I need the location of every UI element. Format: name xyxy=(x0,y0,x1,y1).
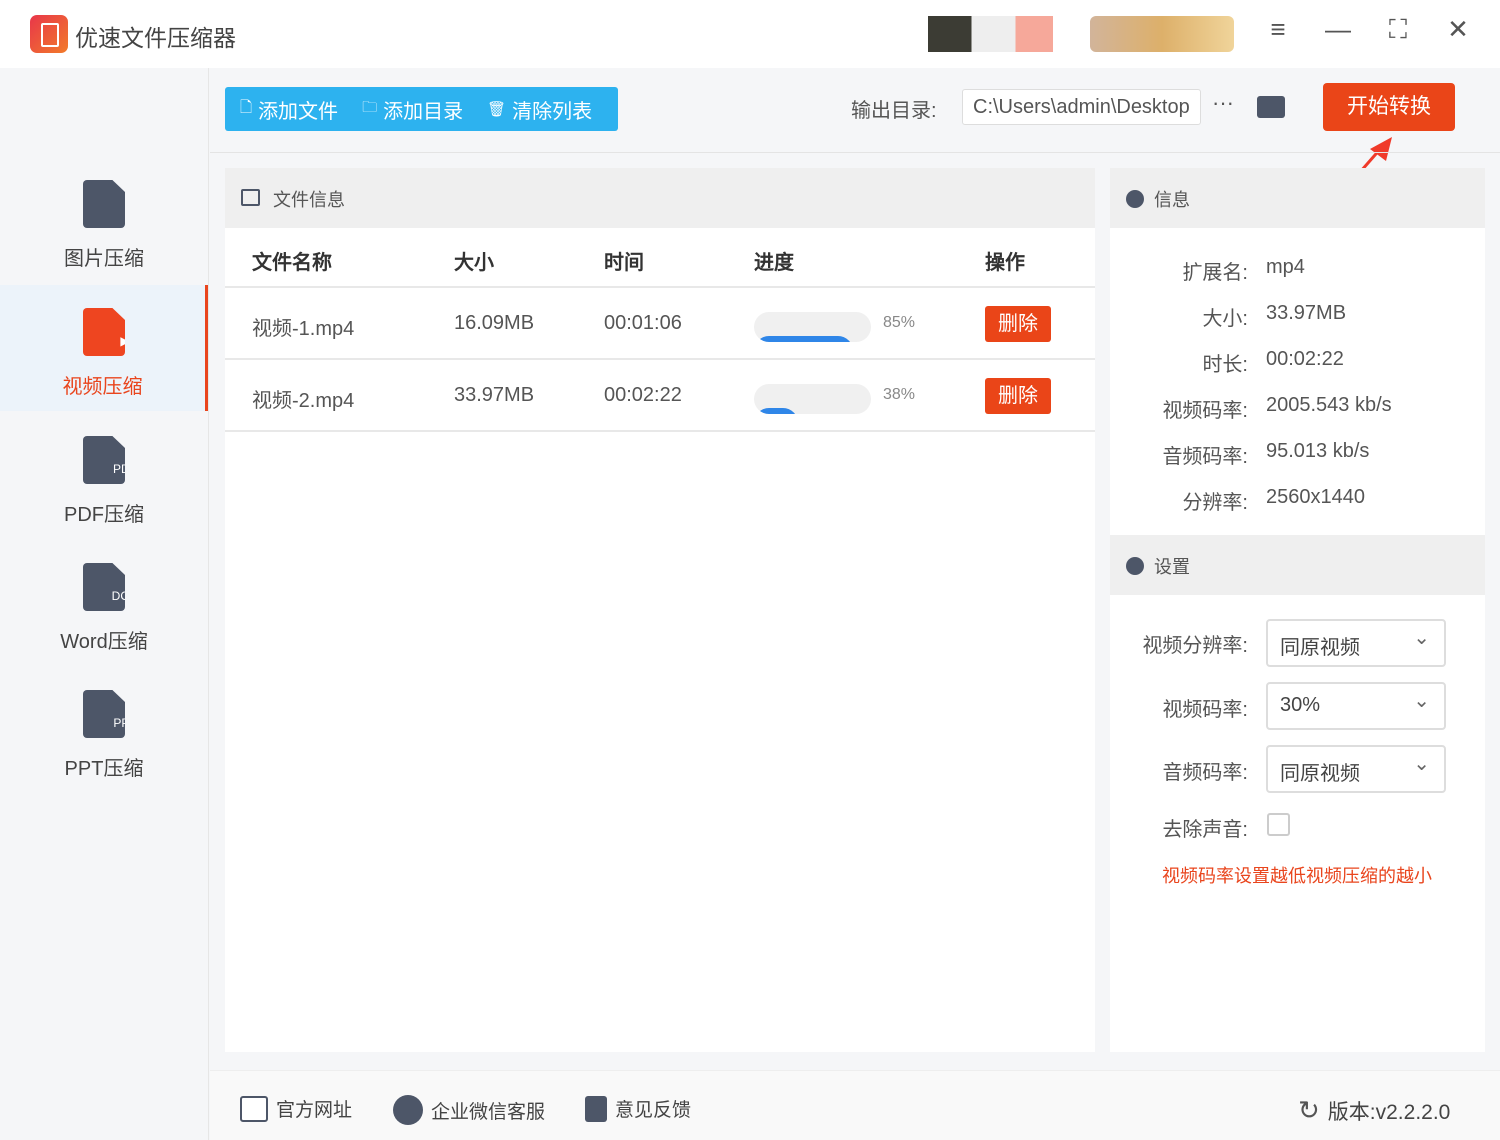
ppt-file-icon: PPT xyxy=(83,690,125,738)
more-options-button[interactable]: ··· xyxy=(1212,90,1234,116)
folder-icon: 🗀 xyxy=(362,97,377,122)
refresh-icon: ↻ xyxy=(1298,1095,1320,1126)
fullscreen-icon[interactable]: ⛶ xyxy=(1378,14,1418,46)
version-info[interactable]: ↻版本:v2.2.2.0 xyxy=(1298,1095,1450,1126)
footer: 官方网址 企业微信客服 意见反馈 ↻版本:v2.2.2.0 xyxy=(210,1070,1500,1140)
app-title: 优速文件压缩器 xyxy=(75,19,236,53)
progress-bar xyxy=(754,312,871,342)
open-folder-icon[interactable] xyxy=(1257,96,1285,118)
table-header: 文件名称大小时间进度操作 xyxy=(225,228,1095,288)
menu-icon[interactable]: ≡ xyxy=(1258,14,1298,45)
file-icon: 🗋 xyxy=(240,97,252,122)
pdf-file-icon: PDF xyxy=(83,436,125,484)
table-row[interactable]: 视频-2.mp433.97MB00:02:22 38% 删除 xyxy=(225,360,1095,432)
sidebar-item-word[interactable]: DOCWord压缩 xyxy=(0,563,208,689)
progress-fill xyxy=(754,408,798,414)
table-row[interactable]: 视频-1.mp416.09MB00:01:06 85% 删除 xyxy=(225,288,1095,360)
sidebar-item-video[interactable]: ▶视频压缩 xyxy=(0,285,208,411)
feedback-icon xyxy=(585,1096,607,1122)
wechat-support-link[interactable]: 企业微信客服 xyxy=(393,1095,545,1125)
file-list-panel: 文件信息 文件名称大小时间进度操作 视频-1.mp416.09MB00:01:0… xyxy=(225,168,1095,1052)
divider xyxy=(210,152,1500,153)
video-file-icon: ▶ xyxy=(83,308,125,356)
feedback-link[interactable]: 意见反馈 xyxy=(585,1095,691,1122)
wechat-icon xyxy=(393,1095,423,1125)
user-name-blurred xyxy=(1090,16,1234,52)
info-panel: 信息 扩展名:mp4 大小:33.97MB 时长:00:02:22 视频码率:2… xyxy=(1110,168,1485,1052)
website-link[interactable]: 官方网址 xyxy=(240,1095,352,1122)
output-dir-input[interactable]: C:\Users\admin\Desktop xyxy=(962,89,1201,125)
add-file-button[interactable]: 🗋添加文件 xyxy=(240,95,338,124)
output-dir-label: 输出目录: xyxy=(851,94,937,123)
gear-icon xyxy=(1126,557,1144,575)
file-panel-header: 文件信息 xyxy=(225,168,1095,228)
image-icon xyxy=(241,189,260,206)
resolution-select[interactable]: 同原视频 xyxy=(1266,619,1446,667)
close-icon[interactable]: ✕ xyxy=(1438,14,1478,45)
minimize-icon[interactable]: — xyxy=(1318,14,1358,45)
file-toolbar: 🗋添加文件 🗀添加目录 🗑清除列表 xyxy=(225,87,618,131)
app-logo-icon xyxy=(30,15,68,53)
website-icon xyxy=(240,1096,268,1122)
settings-header: 设置 xyxy=(1110,535,1485,595)
info-header: 信息 xyxy=(1110,168,1485,228)
add-directory-button[interactable]: 🗀添加目录 xyxy=(362,95,463,124)
start-convert-button[interactable]: 开始转换 xyxy=(1323,83,1455,131)
gear-icon xyxy=(1126,190,1144,208)
trash-icon: 🗑 xyxy=(487,100,506,118)
mute-checkbox[interactable] xyxy=(1267,813,1290,836)
doc-file-icon: DOC xyxy=(83,563,125,611)
sidebar: 图片压缩 ▶视频压缩 PDFPDF压缩 DOCWord压缩 PPTPPT压缩 xyxy=(0,68,209,1140)
settings-hint: 视频码率设置越低视频压缩的越小 xyxy=(1162,862,1432,888)
sidebar-item-ppt[interactable]: PPTPPT压缩 xyxy=(0,690,208,816)
clear-list-button[interactable]: 🗑清除列表 xyxy=(487,95,592,124)
progress-bar xyxy=(754,384,871,414)
delete-button[interactable]: 删除 xyxy=(985,378,1051,414)
video-bitrate-select[interactable]: 30% xyxy=(1266,682,1446,730)
delete-button[interactable]: 删除 xyxy=(985,306,1051,342)
sidebar-item-pdf[interactable]: PDFPDF压缩 xyxy=(0,436,208,562)
title-bar: 优速文件压缩器 ≡ — ⛶ ✕ xyxy=(0,0,1500,68)
audio-bitrate-select[interactable]: 同原视频 xyxy=(1266,745,1446,793)
progress-fill xyxy=(754,336,853,342)
user-avatar-blurred xyxy=(928,16,1053,52)
image-file-icon xyxy=(83,180,125,228)
